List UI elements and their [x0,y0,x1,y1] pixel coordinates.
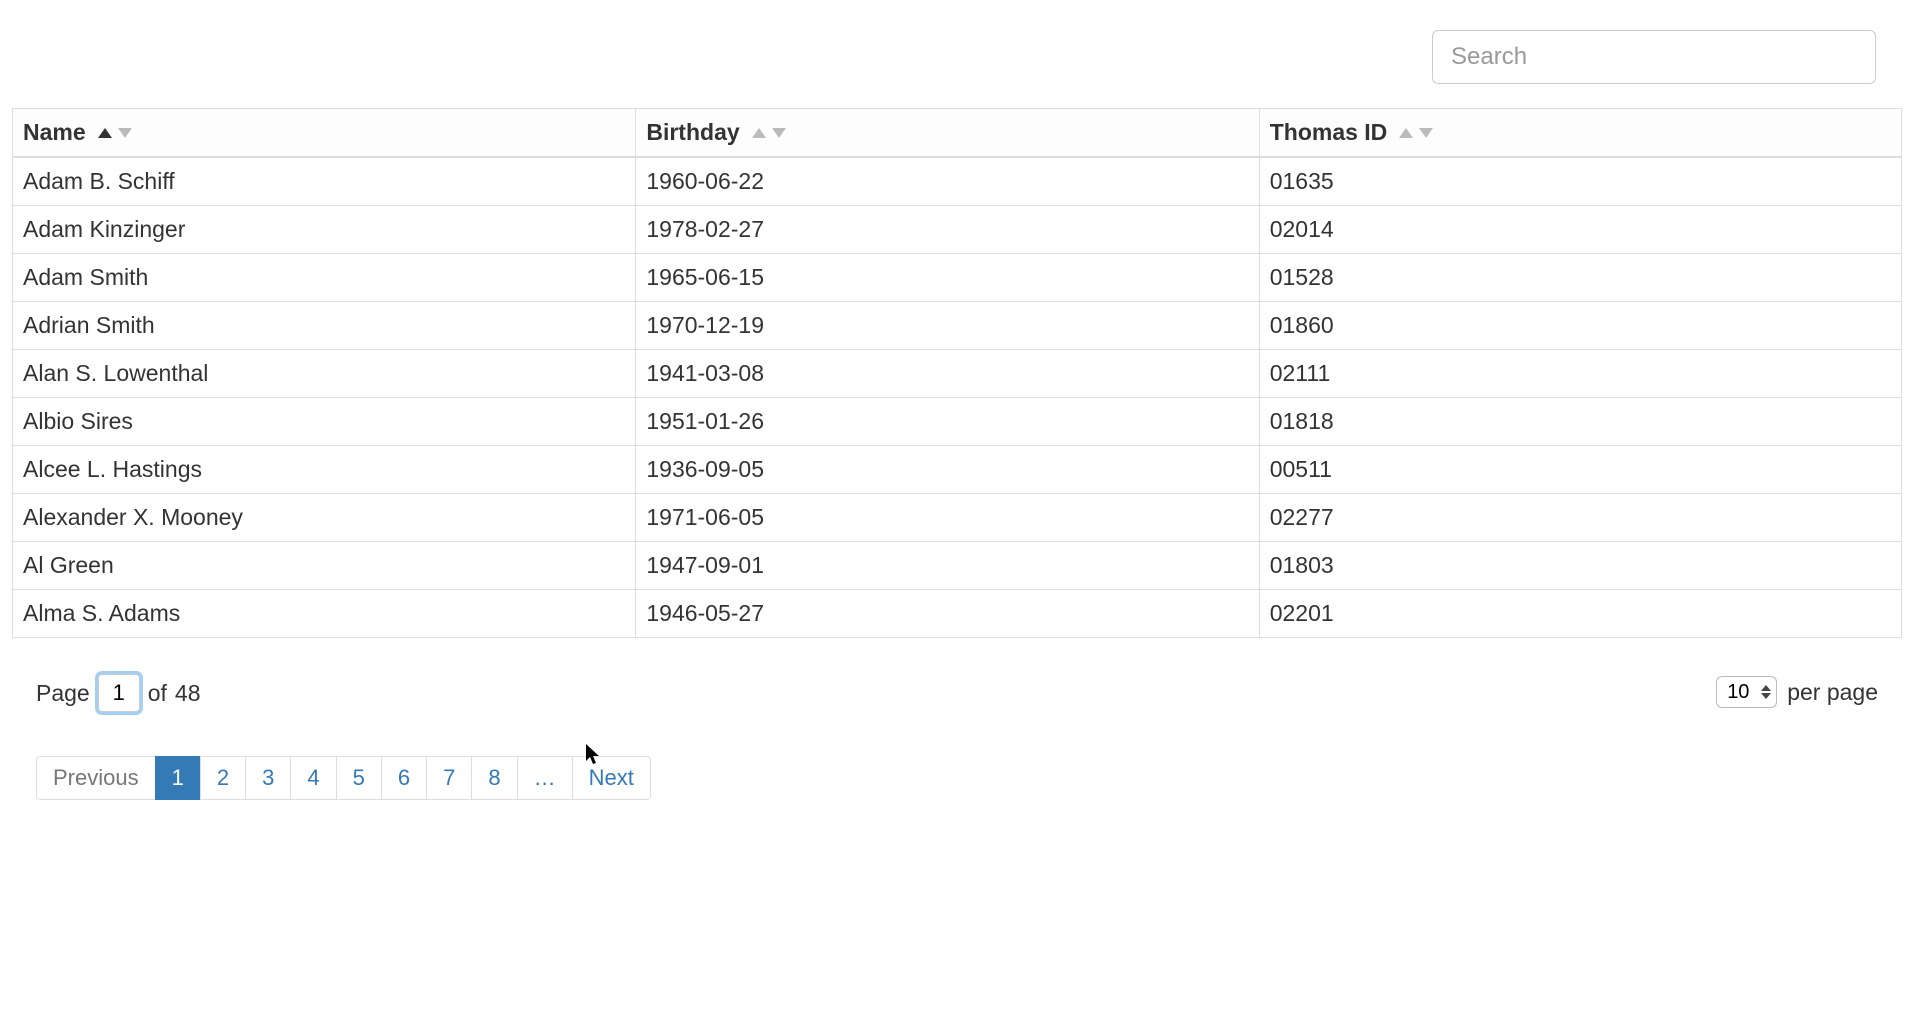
cell-thomas-id: 02014 [1259,206,1901,254]
cell-name: Adrian Smith [13,302,636,350]
cell-birthday: 1936-09-05 [636,446,1259,494]
cell-birthday: 1978-02-27 [636,206,1259,254]
column-header-name[interactable]: Name [13,109,636,158]
cell-thomas-id: 02111 [1259,350,1901,398]
cell-birthday: 1946-05-27 [636,590,1259,638]
page-button-7[interactable]: 7 [426,756,472,800]
table-footer: Page of 48 Previous 1 2 3 4 5 6 7 8 … Ne… [12,674,1902,800]
sort-arrows [752,128,786,138]
sort-desc-icon[interactable] [772,128,786,138]
cell-birthday: 1960-06-22 [636,157,1259,206]
column-label: Name [23,119,86,146]
table-row: Adrian Smith 1970-12-19 01860 [13,302,1902,350]
page-ellipsis: … [517,756,573,800]
page-root: Name Birthday [0,0,1914,840]
page-label: Page [36,680,90,707]
total-pages: 48 [175,680,201,707]
sort-desc-icon[interactable] [1419,128,1433,138]
sort-arrows [1399,128,1433,138]
current-page-input[interactable] [98,674,140,712]
cell-name: Al Green [13,542,636,590]
sort-arrows [98,128,132,138]
table-row: Alma S. Adams 1946-05-27 02201 [13,590,1902,638]
cell-name: Albio Sires [13,398,636,446]
cell-birthday: 1965-06-15 [636,254,1259,302]
page-button-4[interactable]: 4 [290,756,336,800]
cell-thomas-id: 01860 [1259,302,1901,350]
sort-desc-icon[interactable] [118,128,132,138]
prev-button[interactable]: Previous [36,756,156,800]
search-input[interactable] [1432,30,1876,84]
sort-asc-icon[interactable] [752,128,766,138]
cell-name: Alma S. Adams [13,590,636,638]
sort-asc-icon[interactable] [1399,128,1413,138]
of-label: of [148,680,167,707]
table-row: Adam Kinzinger 1978-02-27 02014 [13,206,1902,254]
cell-birthday: 1970-12-19 [636,302,1259,350]
sort-asc-icon[interactable] [98,128,112,138]
cell-birthday: 1951-01-26 [636,398,1259,446]
table-row: Al Green 1947-09-01 01803 [13,542,1902,590]
page-indicator: Page of 48 [36,674,651,712]
table-body: Adam B. Schiff 1960-06-22 01635 Adam Kin… [13,157,1902,638]
column-header-birthday[interactable]: Birthday [636,109,1259,158]
next-button[interactable]: Next [572,756,651,800]
cell-name: Alexander X. Mooney [13,494,636,542]
page-button-1[interactable]: 1 [155,756,201,800]
page-button-5[interactable]: 5 [336,756,382,800]
cell-birthday: 1947-09-01 [636,542,1259,590]
column-label: Birthday [646,119,739,146]
per-page-suffix: per page [1787,679,1878,706]
cell-thomas-id: 02277 [1259,494,1901,542]
cell-thomas-id: 01635 [1259,157,1901,206]
cell-thomas-id: 01528 [1259,254,1901,302]
cell-name: Adam Kinzinger [13,206,636,254]
table-row: Albio Sires 1951-01-26 01818 [13,398,1902,446]
footer-left: Page of 48 Previous 1 2 3 4 5 6 7 8 … Ne… [36,674,651,800]
table-row: Alexander X. Mooney 1971-06-05 02277 [13,494,1902,542]
cell-birthday: 1941-03-08 [636,350,1259,398]
cell-thomas-id: 02201 [1259,590,1901,638]
cell-thomas-id: 00511 [1259,446,1901,494]
page-button-6[interactable]: 6 [381,756,427,800]
table-row: Adam B. Schiff 1960-06-22 01635 [13,157,1902,206]
per-page-select[interactable]: 10 [1716,676,1777,708]
cell-thomas-id: 01803 [1259,542,1901,590]
cell-thomas-id: 01818 [1259,398,1901,446]
data-table: Name Birthday [12,108,1902,638]
pagination: Previous 1 2 3 4 5 6 7 8 … Next [36,756,651,800]
top-bar [12,30,1902,84]
per-page-control: 10 per page [1716,676,1878,708]
table-row: Alcee L. Hastings 1936-09-05 00511 [13,446,1902,494]
page-button-3[interactable]: 3 [245,756,291,800]
page-button-2[interactable]: 2 [200,756,246,800]
table-row: Adam Smith 1965-06-15 01528 [13,254,1902,302]
cell-name: Alan S. Lowenthal [13,350,636,398]
table-row: Alan S. Lowenthal 1941-03-08 02111 [13,350,1902,398]
table-header-row: Name Birthday [13,109,1902,158]
column-label: Thomas ID [1270,119,1388,146]
cell-name: Alcee L. Hastings [13,446,636,494]
page-button-8[interactable]: 8 [471,756,517,800]
cell-name: Adam B. Schiff [13,157,636,206]
cell-name: Adam Smith [13,254,636,302]
cell-birthday: 1971-06-05 [636,494,1259,542]
column-header-thomas-id[interactable]: Thomas ID [1259,109,1901,158]
